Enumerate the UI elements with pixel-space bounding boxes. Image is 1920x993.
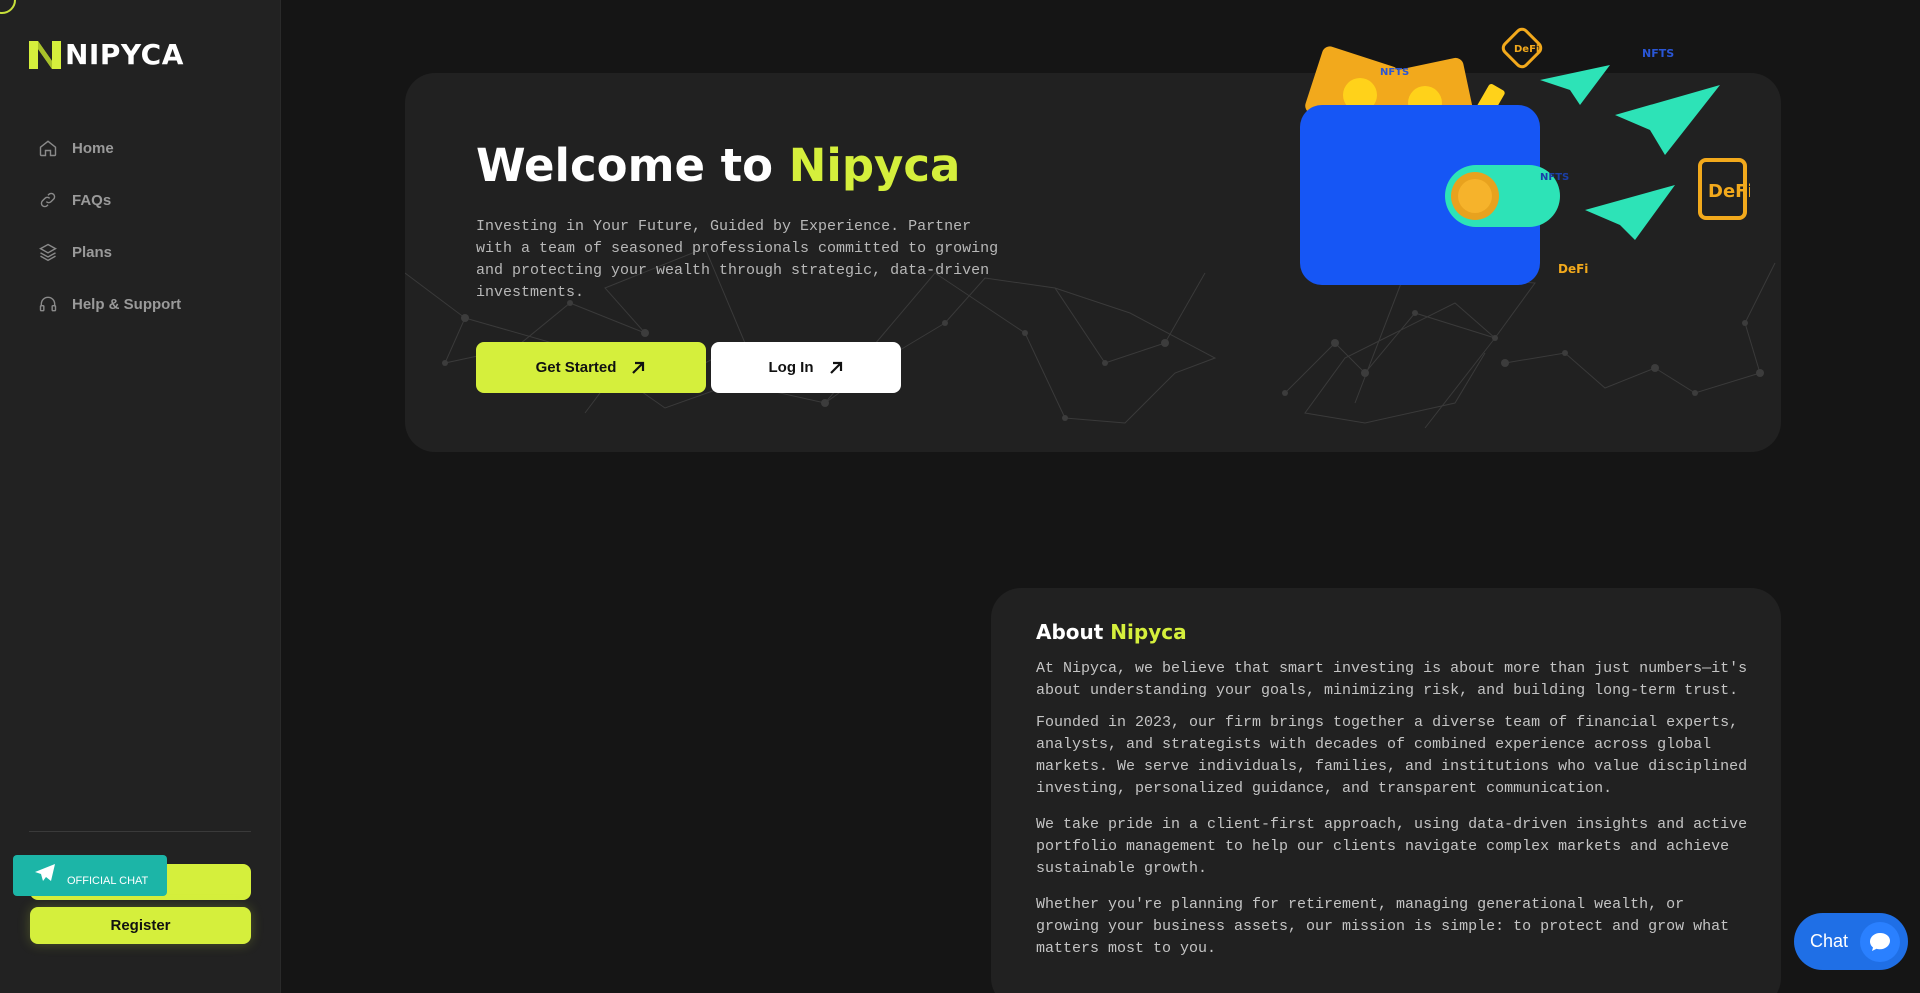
sidebar-nav: Home FAQs Plans Help & Support bbox=[38, 122, 258, 330]
nfts-tag: NFTS bbox=[1642, 47, 1674, 60]
logo-mark-icon bbox=[29, 40, 61, 69]
official-chat-label: OFFICIAL CHAT bbox=[67, 874, 149, 887]
sidebar-item-faqs[interactable]: FAQs bbox=[38, 174, 258, 226]
sidebar-item-plans[interactable]: Plans bbox=[38, 226, 258, 278]
paper-plane-icons bbox=[1540, 65, 1720, 240]
sidebar-item-label: Plans bbox=[72, 243, 113, 261]
arrow-up-right-icon bbox=[829, 361, 842, 374]
brand-logo[interactable]: NIPYCA bbox=[29, 38, 184, 71]
about-section: About Nipyca At Nipyca, we believe that … bbox=[991, 588, 1781, 993]
arrow-up-right-icon bbox=[632, 361, 645, 374]
wallet-illustration: DeFi NFTS DeFi DeFi NFTS NFTS bbox=[1300, 27, 1750, 285]
hero-description: Investing in Your Future, Guided by Expe… bbox=[476, 218, 999, 301]
nfts-tag-small: NFTS bbox=[1380, 67, 1409, 78]
official-chat-button[interactable]: OFFICIAL CHAT bbox=[13, 855, 167, 896]
about-paragraph: At Nipyca, we believe that smart investi… bbox=[1036, 660, 1748, 699]
get-started-button[interactable]: Get Started bbox=[476, 342, 706, 393]
login-button[interactable]: Log In bbox=[711, 342, 901, 393]
sidebar-item-help-support[interactable]: Help & Support bbox=[38, 278, 258, 330]
about-title-accent: Nipyca bbox=[1110, 620, 1187, 644]
about-paragraph: We take pride in a client-first approach… bbox=[1036, 816, 1748, 877]
about-paragraph: Whether you're planning for retirement, … bbox=[1036, 896, 1730, 957]
speech-bubble-icon bbox=[1870, 932, 1891, 951]
defi-tag-small: DeFi bbox=[1558, 262, 1588, 276]
link-icon bbox=[40, 192, 56, 208]
defi-tag: DeFi bbox=[1514, 44, 1539, 55]
hero-title-prefix: Welcome to bbox=[476, 139, 789, 192]
sidebar-divider bbox=[29, 831, 251, 832]
about-paragraph: Founded in 2023, our firm brings togethe… bbox=[1036, 714, 1748, 797]
hero-title: Welcome to Nipyca bbox=[476, 139, 960, 192]
register-button[interactable]: Register bbox=[30, 907, 251, 944]
about-title-prefix: About bbox=[1036, 620, 1111, 644]
defi-tag-large: DeFi bbox=[1708, 181, 1750, 202]
login-label: Log In bbox=[768, 359, 814, 376]
chat-bubble-icon bbox=[1860, 921, 1901, 962]
status-ring-icon bbox=[0, 0, 16, 14]
sidebar: NIPYCA Home FAQs Plans Help & Support Re… bbox=[0, 0, 281, 993]
sidebar-item-label: FAQs bbox=[72, 191, 112, 209]
about-title: About Nipyca bbox=[1036, 620, 1187, 644]
home-icon bbox=[39, 140, 57, 157]
get-started-label: Get Started bbox=[535, 359, 617, 376]
layers-icon bbox=[39, 243, 57, 262]
telegram-icon bbox=[35, 863, 55, 881]
chat-widget-button[interactable]: Chat bbox=[1794, 913, 1908, 970]
headphones-icon bbox=[39, 296, 57, 312]
about-body: At Nipyca, we believe that smart investi… bbox=[1036, 658, 1756, 970]
sidebar-item-label: Home bbox=[72, 139, 114, 157]
sidebar-item-label: Help & Support bbox=[72, 295, 182, 313]
nfts-tag-faded: NFTS bbox=[1540, 172, 1569, 183]
brand-name: NIPYCA bbox=[65, 38, 184, 71]
hero-title-accent: Nipyca bbox=[788, 139, 961, 192]
sidebar-item-home[interactable]: Home bbox=[38, 122, 258, 174]
chat-widget-label: Chat bbox=[1810, 931, 1849, 951]
